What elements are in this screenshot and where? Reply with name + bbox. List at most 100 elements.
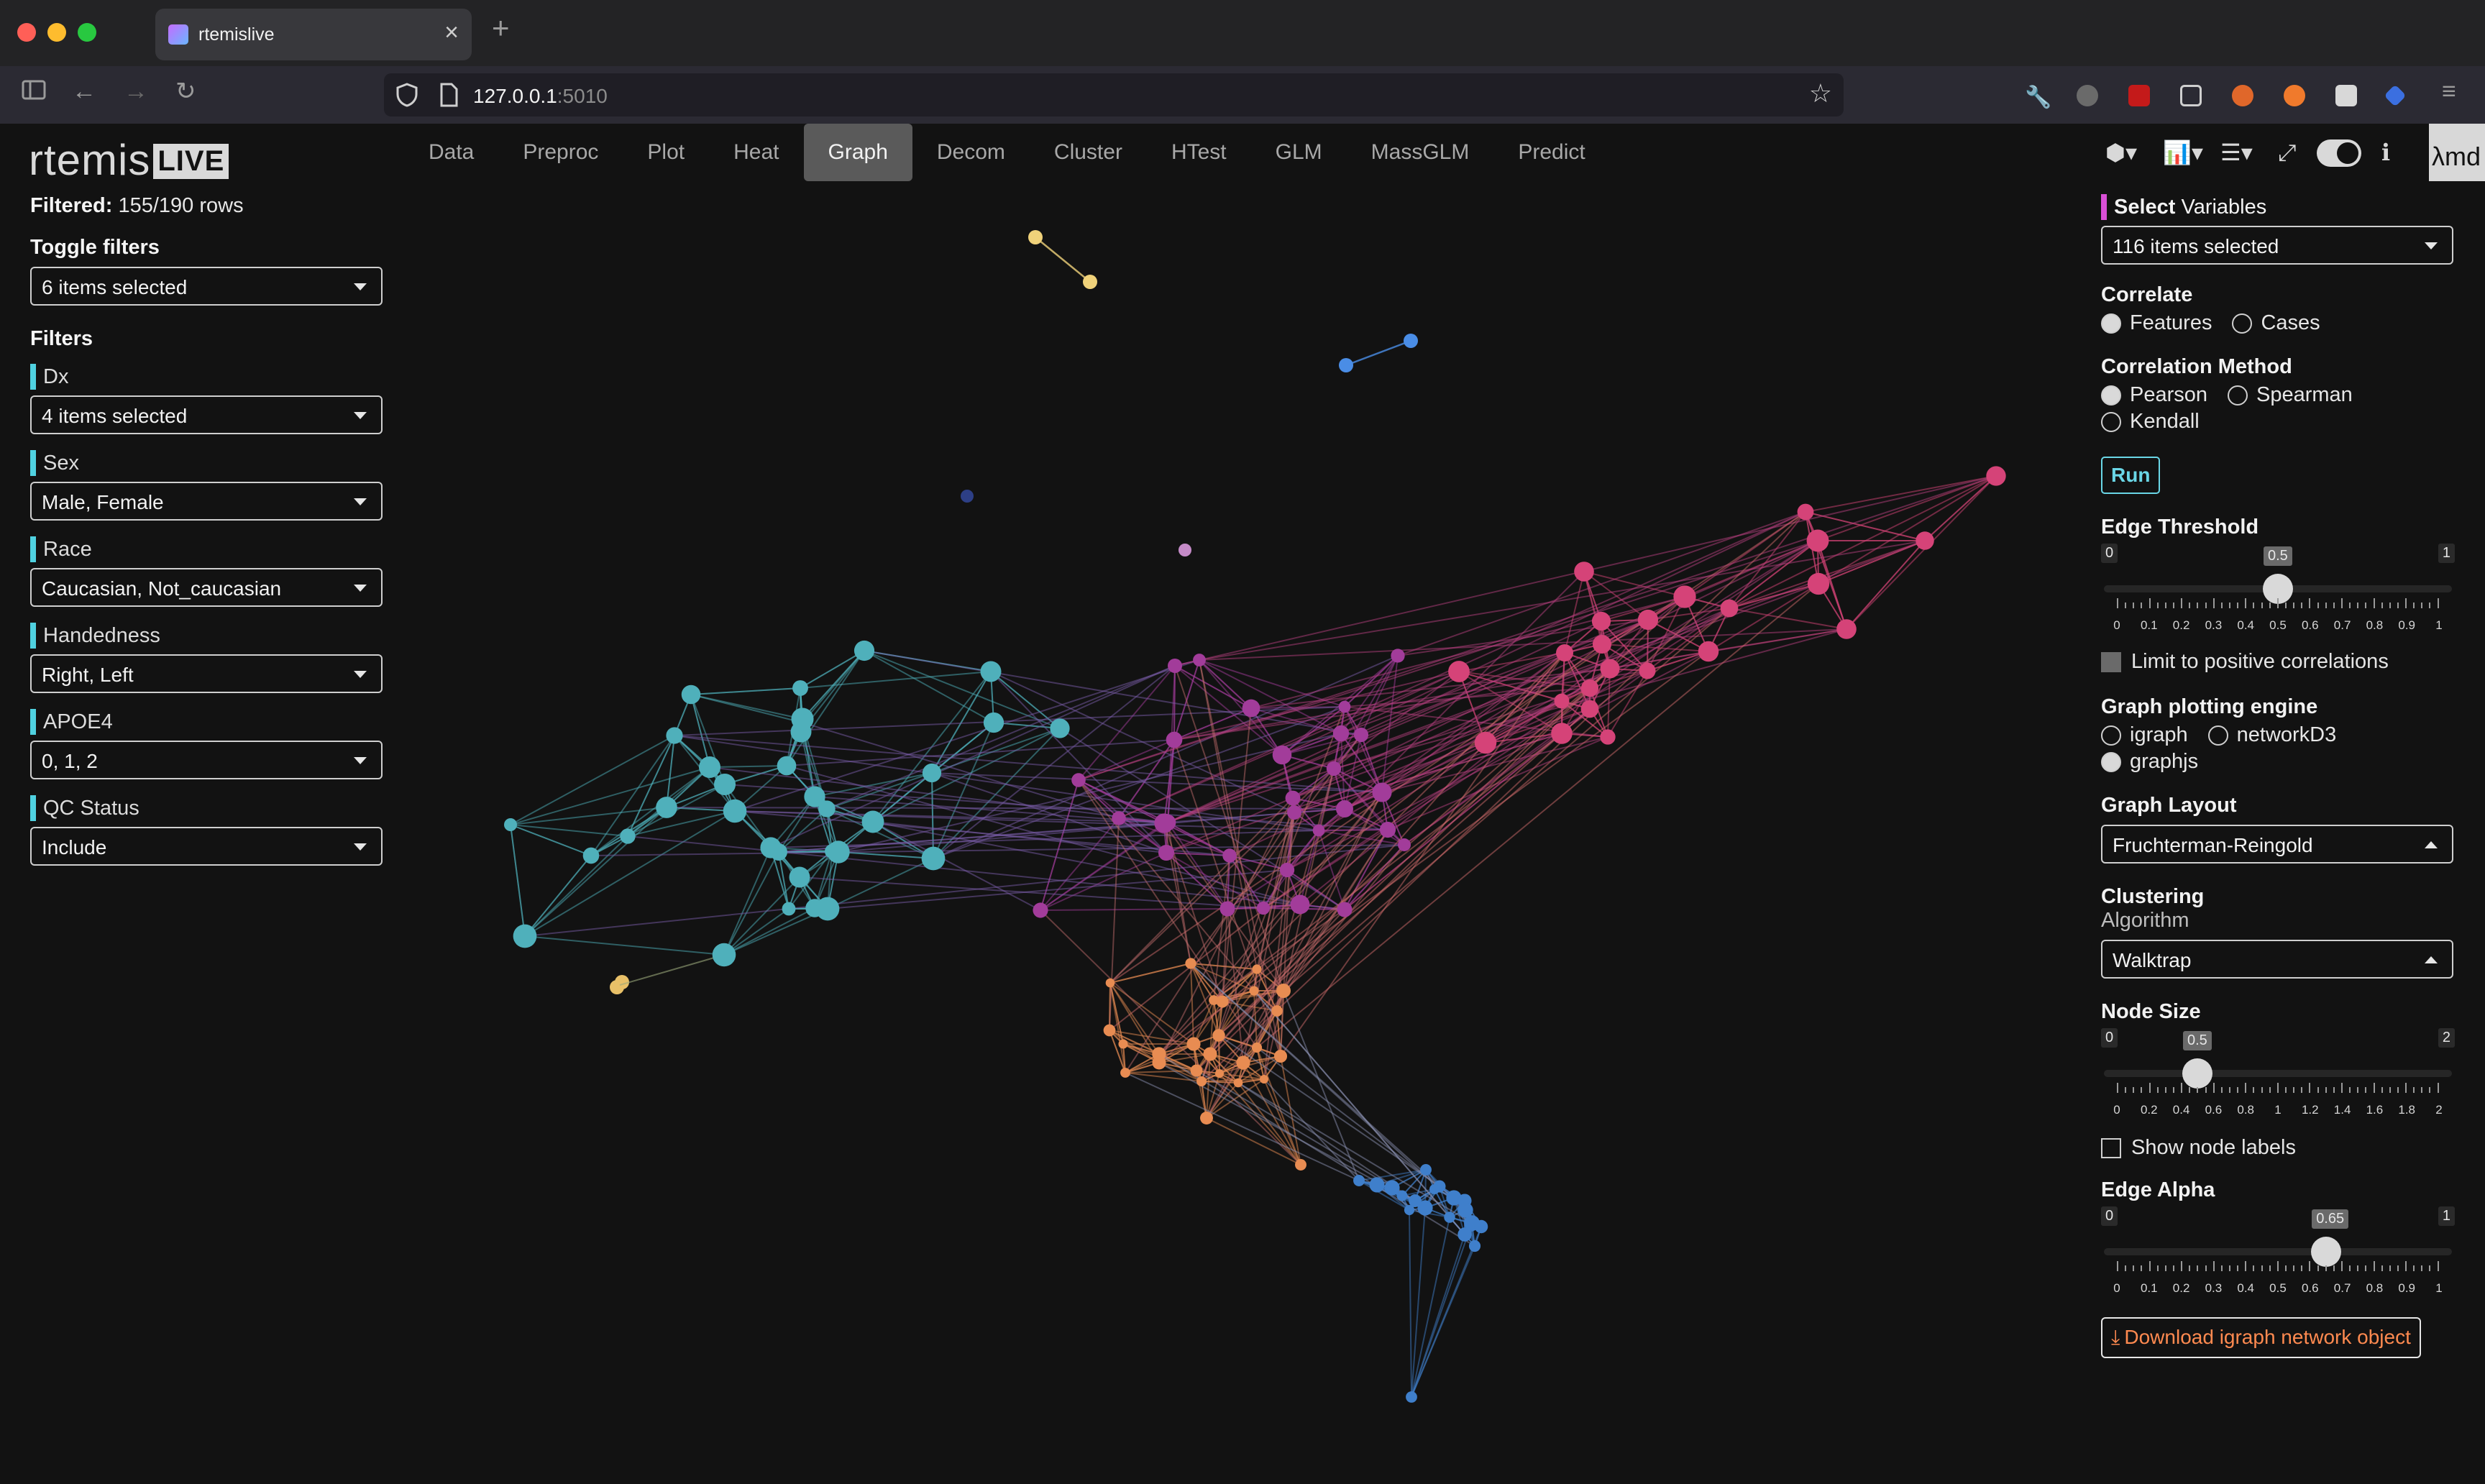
limit-positive-checkbox[interactable] xyxy=(2101,652,2121,672)
graph-node[interactable] xyxy=(1033,902,1048,918)
graph-node[interactable] xyxy=(770,843,787,861)
graph-node[interactable] xyxy=(782,902,796,916)
graph-node[interactable] xyxy=(1105,978,1115,988)
graph-node[interactable] xyxy=(1474,1219,1488,1234)
engine-option[interactable]: graphjs xyxy=(2101,750,2198,774)
graph-node[interactable] xyxy=(1083,275,1097,289)
graph-node[interactable] xyxy=(792,680,808,696)
graph-node[interactable] xyxy=(1166,731,1183,748)
correlate-option[interactable]: Features xyxy=(2101,311,2212,335)
graph-node[interactable] xyxy=(620,828,636,844)
graph-node[interactable] xyxy=(815,897,840,921)
info-icon[interactable]: ℹ xyxy=(2381,141,2390,164)
graph-node[interactable] xyxy=(1406,1391,1417,1403)
graph-node[interactable] xyxy=(1290,894,1310,915)
filter-select[interactable]: Caucasian, Not_caucasian xyxy=(30,568,383,607)
graph-node[interactable] xyxy=(980,661,1002,682)
graph-node[interactable] xyxy=(1404,334,1418,348)
engine-option[interactable]: igraph xyxy=(2101,723,2188,747)
radio-icon[interactable] xyxy=(2101,313,2121,334)
graph-node[interactable] xyxy=(656,797,677,818)
graph-node[interactable] xyxy=(1203,1047,1217,1061)
radio-icon[interactable] xyxy=(2101,412,2121,432)
algorithm-select[interactable]: Walktrap xyxy=(2101,940,2453,979)
download-button[interactable]: ⤓ Download igraph network object xyxy=(2101,1317,2421,1358)
graph-node[interactable] xyxy=(1591,611,1611,631)
graph-node[interactable] xyxy=(1276,984,1291,998)
extension-doc-icon[interactable] xyxy=(2335,85,2357,106)
graph-node[interactable] xyxy=(1272,745,1292,765)
wrench-icon[interactable]: 🔧 xyxy=(2025,85,2051,109)
graph-node[interactable] xyxy=(1404,1204,1415,1216)
graph-node[interactable] xyxy=(503,817,518,832)
radio-icon[interactable] xyxy=(2101,385,2121,406)
graph-node[interactable] xyxy=(1249,986,1259,996)
graph-node[interactable] xyxy=(1028,230,1043,244)
tab-glm[interactable]: GLM xyxy=(1251,124,1347,181)
graph-node[interactable] xyxy=(1474,731,1497,754)
filter-select[interactable]: Right, Left xyxy=(30,654,383,693)
graph-node[interactable] xyxy=(922,763,942,783)
graph-node[interactable] xyxy=(1336,800,1353,817)
graph-node[interactable] xyxy=(1379,821,1396,838)
graph-node[interactable] xyxy=(1836,619,1857,639)
graph-node[interactable] xyxy=(1103,1024,1116,1037)
graph-node[interactable] xyxy=(1554,693,1570,709)
tab-predict[interactable]: Predict xyxy=(1493,124,1609,181)
graph-node[interactable] xyxy=(1285,790,1301,806)
graph-node[interactable] xyxy=(582,847,600,864)
radio-icon[interactable] xyxy=(2232,313,2253,334)
method-option[interactable]: Spearman xyxy=(2228,383,2353,407)
graph-node[interactable] xyxy=(789,866,810,888)
graph-node[interactable] xyxy=(1222,848,1237,863)
filter-select[interactable]: 4 items selected xyxy=(30,395,383,434)
graph-node[interactable] xyxy=(1457,1227,1472,1242)
graph-node[interactable] xyxy=(1698,641,1719,662)
graph-node[interactable] xyxy=(1398,838,1411,851)
method-option[interactable]: Pearson xyxy=(2101,383,2207,407)
graph-node[interactable] xyxy=(1219,901,1235,917)
graph-node[interactable] xyxy=(1326,761,1342,777)
graph-node[interactable] xyxy=(713,773,736,796)
graph-node[interactable] xyxy=(1600,729,1616,745)
graph-node[interactable] xyxy=(1332,725,1350,742)
graph-node[interactable] xyxy=(983,712,1004,733)
reload-icon[interactable]: ↻ xyxy=(175,79,196,104)
graph-node[interactable] xyxy=(1216,995,1229,1008)
tab-decom[interactable]: Decom xyxy=(912,124,1030,181)
graph-node[interactable] xyxy=(1287,805,1301,820)
tab-graph[interactable]: Graph xyxy=(803,124,912,181)
graph-node[interactable] xyxy=(1193,654,1206,667)
graph-node[interactable] xyxy=(1580,700,1599,718)
graph-node[interactable] xyxy=(1251,1042,1263,1053)
bookmark-star-icon[interactable]: ☆ xyxy=(1809,81,1832,106)
graph-node[interactable] xyxy=(1556,644,1573,661)
graph-node[interactable] xyxy=(1551,723,1573,744)
graph-node[interactable] xyxy=(1916,531,1934,550)
graph-node[interactable] xyxy=(1118,1039,1128,1049)
network-graph[interactable] xyxy=(403,196,2085,1447)
graph-node[interactable] xyxy=(1242,699,1260,718)
filter-select[interactable]: 0, 1, 2 xyxy=(30,741,383,779)
graph-node[interactable] xyxy=(1396,1190,1408,1201)
filter-select[interactable]: Include xyxy=(30,827,383,866)
graph-node[interactable] xyxy=(1212,1029,1225,1042)
graph-node[interactable] xyxy=(1592,634,1612,654)
graph-node[interactable] xyxy=(1050,718,1070,738)
graph-node[interactable] xyxy=(1120,1068,1130,1078)
graph-node[interactable] xyxy=(723,799,747,823)
graph-node[interactable] xyxy=(666,727,683,744)
graph-node[interactable] xyxy=(921,846,946,871)
graph-node[interactable] xyxy=(1339,358,1353,372)
browser-tab[interactable]: rtemislive × xyxy=(155,9,472,60)
graph-node[interactable] xyxy=(1312,824,1325,837)
extension-globe-icon[interactable] xyxy=(2077,85,2098,106)
address-bar[interactable]: 127.0.0.1:5010 ☆ xyxy=(384,73,1844,116)
tab-plot[interactable]: Plot xyxy=(623,124,709,181)
tab-preproc[interactable]: Preproc xyxy=(498,124,623,181)
close-window-button[interactable] xyxy=(17,23,36,42)
limit-positive-option[interactable]: Limit to positive correlations xyxy=(2101,650,2455,674)
tab-heat[interactable]: Heat xyxy=(709,124,803,181)
select-variables-select[interactable]: 116 items selected xyxy=(2101,226,2453,265)
menu-icon[interactable]: ≡ xyxy=(2442,79,2456,104)
